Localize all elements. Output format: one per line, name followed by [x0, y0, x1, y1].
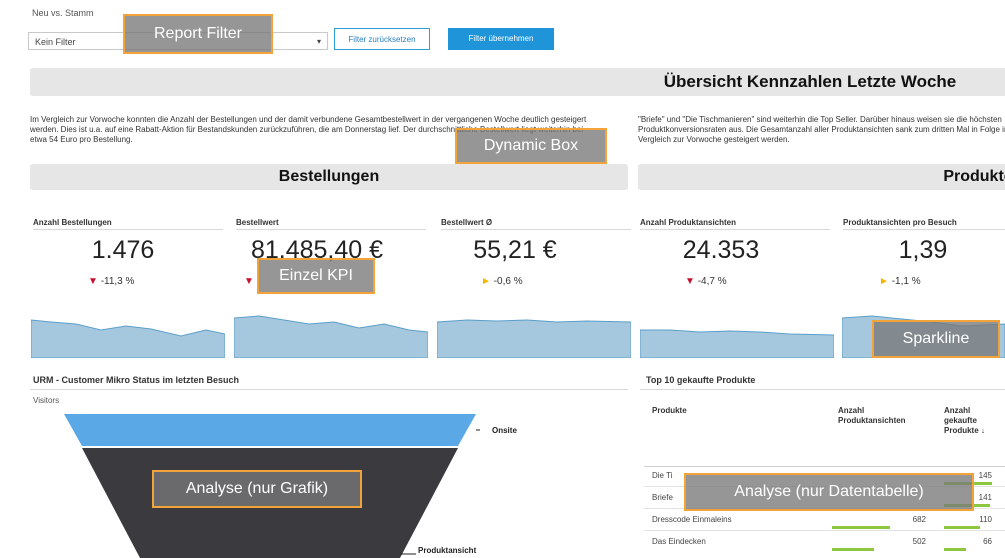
kpi-divider	[640, 229, 830, 230]
page-title: Übersicht Kennzahlen Letzte Woche	[663, 72, 957, 91]
kpi-divider	[236, 229, 426, 230]
kpi-change-value: -4,7 %	[697, 276, 727, 287]
views-value: 682	[912, 515, 926, 524]
callout-analyse-grafik: Analyse (nur Grafik)	[152, 470, 362, 508]
section-title-products: Produkte	[943, 168, 1005, 185]
views-bar	[832, 548, 874, 551]
kpi-label-product-views: Anzahl Produktansichten	[640, 218, 737, 227]
kpi-value-avg-order: 55,21 €	[473, 236, 557, 264]
bought-value: 110	[979, 515, 992, 524]
callout-einzel-kpi: Einzel KPI	[257, 258, 375, 294]
kpi-change-orders: ▼ -11,3 %	[88, 276, 134, 287]
sparkline-order-value	[234, 315, 428, 358]
product-name: Dresscode Einmaleins	[652, 515, 732, 524]
callout-dynamic-box: Dynamic Box	[455, 128, 607, 164]
summary-text-right: "Briefe" und "Die Tischmanieren" sind we…	[638, 115, 1005, 144]
kpi-change-value: -0,6 %	[493, 276, 523, 287]
kpi-value-product-views: 24.353	[682, 236, 760, 264]
funnel-stage-onsite	[64, 414, 476, 446]
trend-down-icon: ▼	[244, 276, 254, 287]
funnel-axis-label: Visitors	[33, 396, 60, 405]
sparkline-avg-order	[437, 319, 631, 358]
product-name: Das Eindecken	[652, 537, 706, 546]
trend-flat-icon: ►	[481, 276, 491, 287]
chevron-down-icon: ▾	[316, 37, 321, 46]
kpi-change-order-value: ▼	[244, 276, 254, 287]
trend-down-icon: ▼	[88, 276, 98, 287]
table-row-divider	[644, 530, 1005, 531]
top-products-title: Top 10 gekaufte Produkte	[646, 375, 756, 385]
funnel-title: URM - Customer Mikro Status im letzten B…	[33, 375, 240, 385]
kpi-divider	[441, 229, 631, 230]
product-name: Briefe	[652, 493, 673, 502]
bought-bar	[944, 548, 966, 551]
kpi-label-orders: Anzahl Bestellungen	[33, 218, 112, 227]
kpi-value-views-per-visit: 1,39	[898, 236, 948, 264]
sparkline-product-views	[640, 329, 834, 358]
sparkline-orders	[31, 319, 225, 358]
callout-sparkline: Sparkline	[872, 320, 1000, 358]
panel-divider	[30, 389, 628, 390]
kpi-label-avg-order: Bestellwert Ø	[441, 218, 493, 227]
kpi-change-value: -1,1 %	[891, 276, 921, 287]
trend-flat-icon: ►	[879, 276, 889, 287]
callout-report-filter: Report Filter	[123, 14, 273, 54]
section-title-orders: Bestellungen	[278, 168, 380, 185]
filter-label: Neu vs. Stamm	[32, 8, 94, 18]
bought-value: 66	[983, 537, 992, 546]
funnel-label-produktansicht: Produktansicht	[418, 546, 477, 555]
bought-bar	[944, 526, 980, 529]
column-header-views[interactable]: Anzahl Produktansichten	[838, 406, 928, 426]
kpi-divider	[843, 229, 1005, 230]
callout-analyse-tabelle: Analyse (nur Datentabelle)	[684, 473, 974, 511]
funnel-label-onsite: Onsite	[492, 426, 517, 435]
reset-filter-button[interactable]: Filter zurücksetzen	[334, 28, 430, 50]
kpi-label-order-value: Bestellwert	[236, 218, 279, 227]
kpi-label-views-per-visit: Produktansichten pro Besuch	[843, 218, 957, 227]
filter-selected-value: Kein Filter	[35, 37, 76, 47]
kpi-change-avg-order: ► -0,6 %	[481, 276, 523, 287]
apply-filter-button[interactable]: Filter übernehmen	[448, 28, 554, 50]
product-name: Die Ti	[652, 471, 673, 480]
panel-divider	[640, 389, 1005, 390]
kpi-change-value: -11,3 %	[100, 276, 135, 287]
column-header-bought[interactable]: Anzahl gekaufte Produkte ↓	[944, 406, 994, 436]
views-bar	[832, 526, 890, 529]
column-header-produkte[interactable]: Produkte	[652, 406, 687, 416]
trend-down-icon: ▼	[685, 276, 695, 287]
kpi-value-orders: 1.476	[91, 236, 155, 264]
kpi-divider	[33, 229, 223, 230]
views-value: 502	[912, 537, 926, 546]
kpi-change-views-per-visit: ► -1,1 %	[879, 276, 921, 287]
kpi-change-product-views: ▼ -4,7 %	[685, 276, 727, 287]
